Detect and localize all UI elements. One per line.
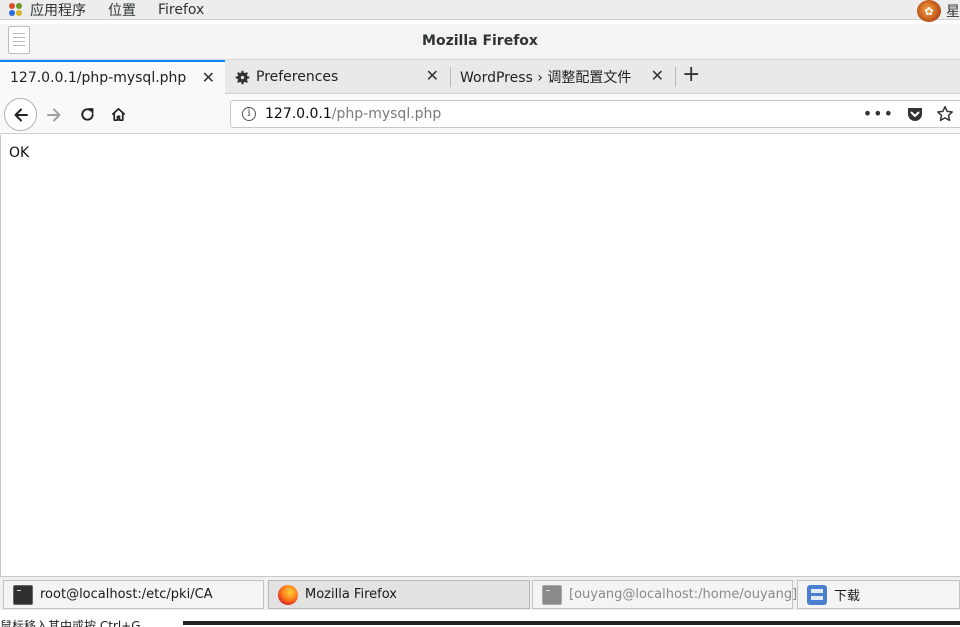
firefox-icon [278,584,298,605]
tab-strip: 127.0.0.1/php-mysql.php ✕ Preferences ✕ … [0,60,960,94]
tab-close-icon[interactable]: ✕ [426,66,439,85]
page-content: OK [0,135,960,576]
bookmark-star-icon[interactable] [936,105,954,123]
terminal-icon [13,584,33,605]
tab-wordpress[interactable]: WordPress › 调整配置文件 ✕ [451,60,674,94]
taskbar-item-firefox[interactable]: Mozilla Firefox [268,580,530,609]
site-info-icon[interactable]: i [242,107,256,121]
applications-icon[interactable] [9,2,23,17]
bottom-status-line: 鼠标移入其中或按 Ctrl+G [0,611,960,627]
window-title: Mozilla Firefox [422,33,538,49]
page-body-text: OK [9,145,30,161]
page-actions-menu-icon[interactable]: ••• [863,104,894,123]
home-icon [111,107,125,121]
tab-close-icon[interactable]: ✕ [202,68,215,87]
taskbar-item-label: Mozilla Firefox [305,587,397,602]
reload-button[interactable] [77,104,97,124]
pocket-icon[interactable] [906,105,924,123]
applications-menu[interactable]: 应用程序 [30,0,86,20]
url-host: 127.0.0.1 [265,106,332,122]
url-text[interactable]: 127.0.0.1/php-mysql.php [265,106,441,122]
address-bar[interactable]: i 127.0.0.1/php-mysql.php ••• [230,100,960,128]
url-path: /php-mysql.php [331,106,442,122]
forward-button[interactable] [44,105,64,125]
tab-label: 127.0.0.1/php-mysql.php [10,70,187,86]
user-avatar-icon[interactable]: ✿ [917,0,941,22]
back-button[interactable] [4,98,37,131]
tab-label: Preferences [256,69,339,85]
status-hint-text: 鼠标移入其中或按 Ctrl+G [0,619,141,627]
tab-separator [675,67,676,87]
status-bar-strip [183,621,960,625]
files-icon [807,584,827,605]
tab-close-icon[interactable]: ✕ [651,66,664,85]
tab-preferences[interactable]: Preferences ✕ [226,60,449,94]
taskbar-item-downloads[interactable]: 下载 [797,580,960,609]
back-arrow-icon [14,108,28,121]
forward-arrow-icon [47,108,61,122]
new-tab-plus-icon[interactable]: + [682,62,700,87]
window-title-bar: Mozilla Firefox [0,24,960,60]
top-bar-clock[interactable]: 星 [946,1,960,21]
system-top-bar: 应用程序 位置 Firefox ✿ 星 [0,0,960,22]
taskbar-item-label: root@localhost:/etc/pki/CA [40,587,213,602]
firefox-app-menu[interactable]: Firefox [158,2,204,18]
taskbar-item-label: 下载 [834,589,861,604]
home-button[interactable] [108,104,128,124]
page-actions: ••• [863,104,954,123]
places-menu[interactable]: 位置 [108,0,136,20]
taskbar-item-label: [ouyang@localhost:/home/ouyang] [569,587,798,602]
taskbar-item-terminal-ouyang[interactable]: [ouyang@localhost:/home/ouyang] [532,580,797,609]
reload-icon [80,107,94,121]
navigation-toolbar: i 127.0.0.1/php-mysql.php ••• [0,94,960,134]
taskbar-item-terminal-root[interactable]: root@localhost:/etc/pki/CA [3,580,264,609]
tab-label: WordPress › 调整配置文件 [460,70,632,86]
window-list-taskbar: root@localhost:/etc/pki/CA Mozilla Firef… [0,576,960,610]
tab-php-mysql[interactable]: 127.0.0.1/php-mysql.php ✕ [0,60,225,94]
gear-icon [235,70,250,84]
terminal-icon [542,584,562,605]
